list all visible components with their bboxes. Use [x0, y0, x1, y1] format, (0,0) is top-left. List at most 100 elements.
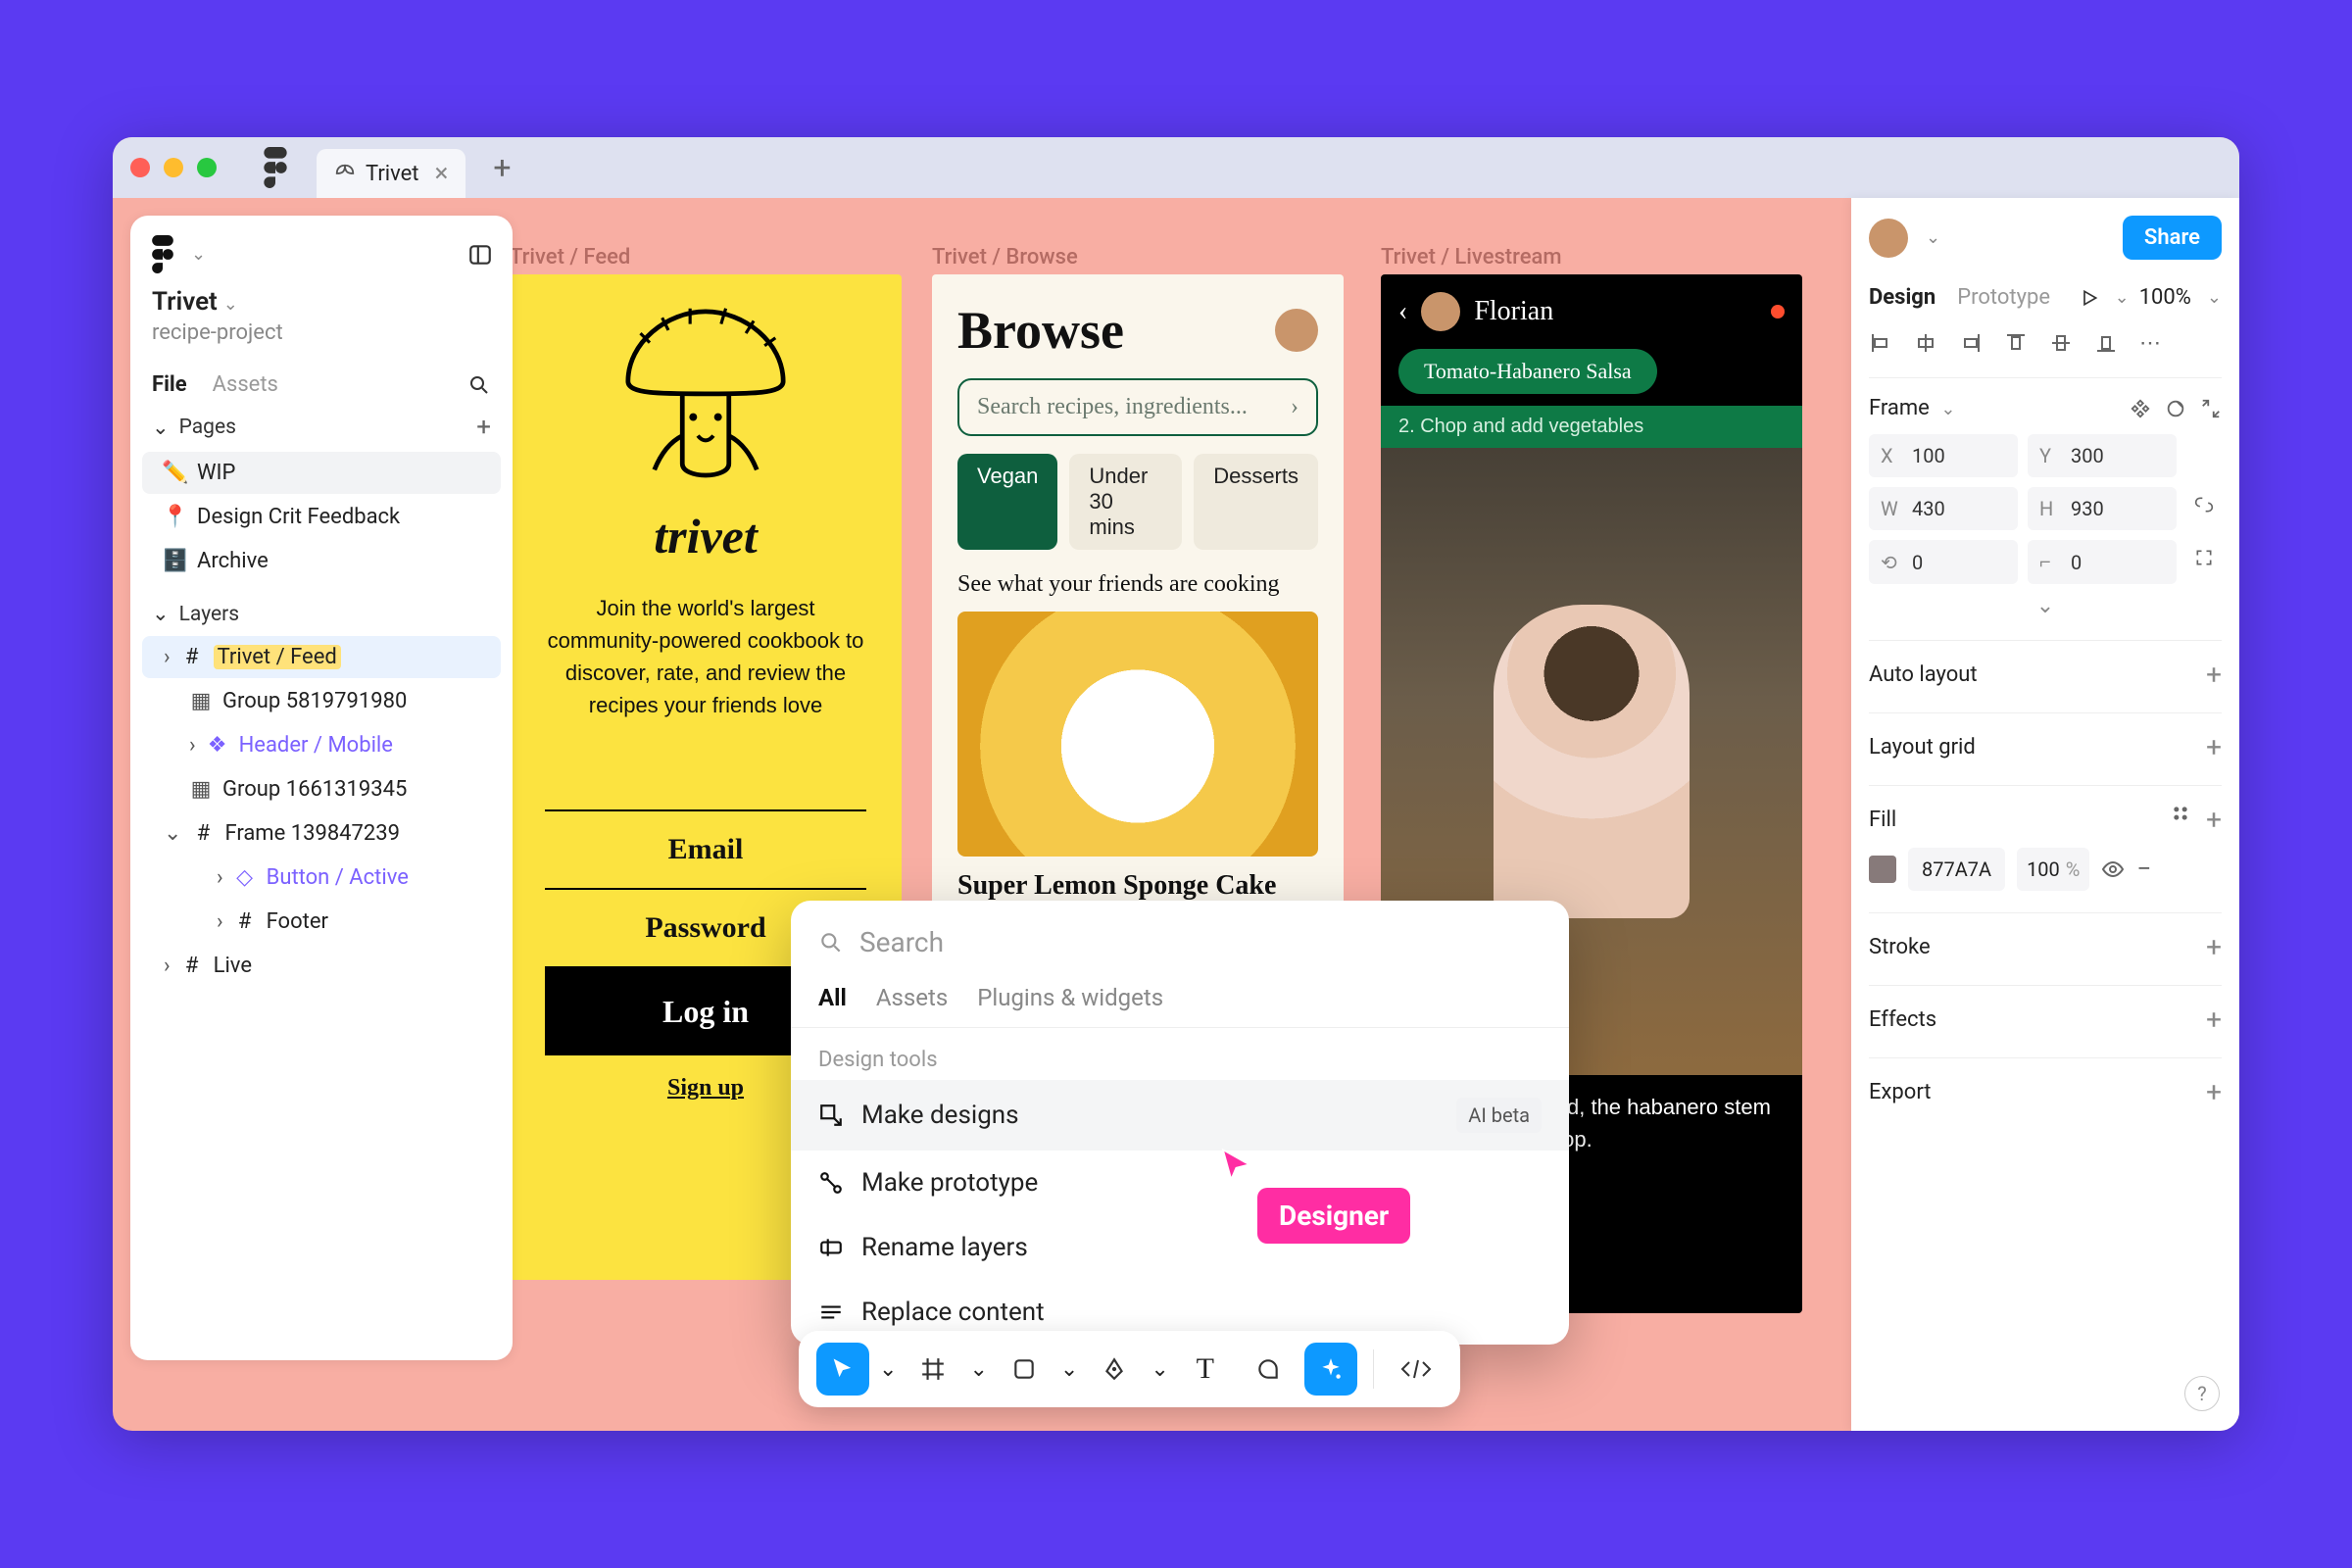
canvas[interactable]: Trivet / Feed Trivet / Browse Trivet / L… — [113, 198, 2239, 1431]
layer-item[interactable]: ›◇Button / Active — [142, 857, 501, 899]
layoutgrid-heading[interactable]: Layout grid — [1869, 735, 1976, 760]
dev-mode-toggle[interactable] — [1390, 1343, 1443, 1396]
page-item[interactable]: ✏️WIP — [142, 452, 501, 494]
avatar[interactable] — [1421, 292, 1460, 331]
frame-tool[interactable] — [906, 1343, 959, 1396]
align-left-icon[interactable] — [1869, 331, 1892, 355]
remove-fill-button[interactable]: − — [2136, 855, 2151, 884]
align-vcenter-icon[interactable] — [2049, 331, 2073, 355]
close-window-icon[interactable] — [130, 158, 150, 177]
pen-tool[interactable] — [1088, 1343, 1141, 1396]
file-tab[interactable]: Trivet × — [317, 149, 466, 198]
popover-tab-plugins[interactable]: Plugins & widgets — [977, 984, 1163, 1011]
radius-input[interactable]: ⌐0 — [2028, 540, 2177, 584]
add-effects-button[interactable]: + — [2206, 1004, 2222, 1036]
shape-tool[interactable] — [998, 1343, 1051, 1396]
recipe-image[interactable] — [957, 612, 1318, 857]
search-icon[interactable] — [467, 373, 491, 397]
chevron-down-icon[interactable]: ⌄ — [152, 602, 170, 626]
filter-chip[interactable]: Desserts — [1194, 454, 1318, 550]
export-heading[interactable]: Export — [1869, 1080, 1932, 1104]
x-input[interactable]: X100 — [1869, 434, 2018, 477]
chevron-down-icon[interactable]: ⌄ — [164, 821, 181, 846]
play-icon[interactable] — [2080, 288, 2099, 308]
independent-corners-icon[interactable] — [2186, 540, 2222, 575]
orientation-icon[interactable] — [2165, 398, 2186, 419]
add-autolayout-button[interactable]: + — [2206, 659, 2222, 691]
layer-item[interactable]: ⌄#Frame 139847239 — [142, 812, 501, 855]
layer-item[interactable]: ›❖Header / Mobile — [142, 724, 501, 766]
artboard-label[interactable]: Trivet / Browse — [932, 245, 1078, 270]
tab-design[interactable]: Design — [1869, 285, 1936, 310]
effects-heading[interactable]: Effects — [1869, 1007, 1936, 1032]
y-input[interactable]: Y300 — [2028, 434, 2177, 477]
avatar[interactable] — [1275, 309, 1318, 352]
text-tool[interactable]: T — [1179, 1343, 1232, 1396]
height-input[interactable]: H930 — [2028, 487, 2177, 530]
frame-heading[interactable]: Frame — [1869, 396, 1930, 420]
fill-swatch[interactable] — [1869, 856, 1896, 883]
filter-chip[interactable]: Under 30 mins — [1069, 454, 1182, 550]
panel-toggle-icon[interactable] — [467, 242, 493, 268]
recipe-title[interactable]: Super Lemon Sponge Cake — [957, 870, 1318, 902]
share-button[interactable]: Share — [2123, 216, 2222, 260]
action-rename-layers[interactable]: Rename layers — [791, 1215, 1569, 1280]
maximize-window-icon[interactable] — [197, 158, 217, 177]
filter-chip[interactable]: Vegan — [957, 454, 1057, 550]
email-field[interactable]: Email — [545, 809, 866, 890]
chevron-right-icon[interactable]: › — [164, 954, 171, 978]
artboard-label[interactable]: Trivet / Livestream — [1381, 245, 1562, 270]
chevron-down-icon[interactable]: ⌄ — [1926, 227, 1940, 248]
layer-item[interactable]: ▦Group 1661319345 — [142, 768, 501, 810]
collapse-icon[interactable] — [2200, 398, 2222, 419]
chevron-down-icon[interactable]: ⌄ — [152, 416, 170, 440]
action-make-designs[interactable]: Make designs AI beta — [791, 1080, 1569, 1151]
fill-opacity-input[interactable]: 100% — [2017, 848, 2089, 891]
lock-aspect-icon[interactable] — [2186, 487, 2222, 522]
align-right-icon[interactable] — [1959, 331, 1983, 355]
stroke-heading[interactable]: Stroke — [1869, 935, 1931, 959]
align-hcenter-icon[interactable] — [1914, 331, 1937, 355]
figma-logo-icon[interactable] — [150, 235, 175, 273]
width-input[interactable]: W430 — [1869, 487, 2018, 530]
layer-item[interactable]: ›#Live — [142, 945, 501, 987]
chevron-down-icon[interactable]: ⌄ — [879, 1357, 897, 1382]
chevron-down-icon[interactable]: ⌄ — [191, 244, 206, 265]
styles-icon[interactable] — [2171, 804, 2190, 823]
minimize-window-icon[interactable] — [164, 158, 183, 177]
move-tool[interactable] — [816, 1343, 869, 1396]
signup-link[interactable]: Sign up — [667, 1075, 744, 1102]
popover-tab-assets[interactable]: Assets — [876, 984, 948, 1011]
chevron-down-icon[interactable]: ⌄ — [969, 1357, 987, 1382]
new-tab-button[interactable]: + — [493, 149, 511, 186]
tab-file[interactable]: File — [152, 372, 187, 397]
layer-item[interactable]: ›#Trivet / Feed — [142, 636, 501, 678]
chevron-down-icon[interactable]: ⌄ — [1869, 594, 2222, 618]
add-fill-button[interactable]: + — [2206, 804, 2222, 836]
action-make-prototype[interactable]: Make prototype — [791, 1151, 1569, 1215]
back-icon[interactable]: ‹ — [1398, 296, 1407, 327]
avatar[interactable] — [1869, 219, 1908, 258]
autolayout-heading[interactable]: Auto layout — [1869, 662, 1978, 687]
figma-logo-icon[interactable] — [262, 147, 289, 188]
chevron-down-icon[interactable]: ⌄ — [1151, 1357, 1168, 1382]
align-top-icon[interactable] — [2004, 331, 2028, 355]
tab-assets[interactable]: Assets — [213, 372, 278, 397]
chevron-down-icon[interactable]: ⌄ — [1060, 1357, 1078, 1382]
layer-item[interactable]: ›#Footer — [142, 901, 501, 943]
tab-prototype[interactable]: Prototype — [1957, 285, 2050, 310]
fill-hex-input[interactable]: 877A7A — [1908, 848, 2005, 891]
project-name[interactable]: Trivet — [152, 287, 218, 317]
chevron-down-icon[interactable]: ⌄ — [223, 294, 238, 315]
rotation-input[interactable]: ⟲0 — [1869, 540, 2018, 584]
page-item[interactable]: 📍Design Crit Feedback — [142, 496, 501, 538]
chevron-right-icon[interactable]: › — [189, 733, 196, 758]
add-layoutgrid-button[interactable]: + — [2206, 731, 2222, 763]
add-stroke-button[interactable]: + — [2206, 931, 2222, 963]
search-input[interactable]: Search recipes, ingredients... › — [957, 378, 1318, 436]
page-item[interactable]: 🗄️Archive — [142, 540, 501, 582]
add-page-button[interactable]: + — [476, 413, 491, 442]
add-export-button[interactable]: + — [2206, 1076, 2222, 1108]
layer-item[interactable]: ▦Group 5819791980 — [142, 680, 501, 722]
popover-tab-all[interactable]: All — [818, 984, 847, 1011]
